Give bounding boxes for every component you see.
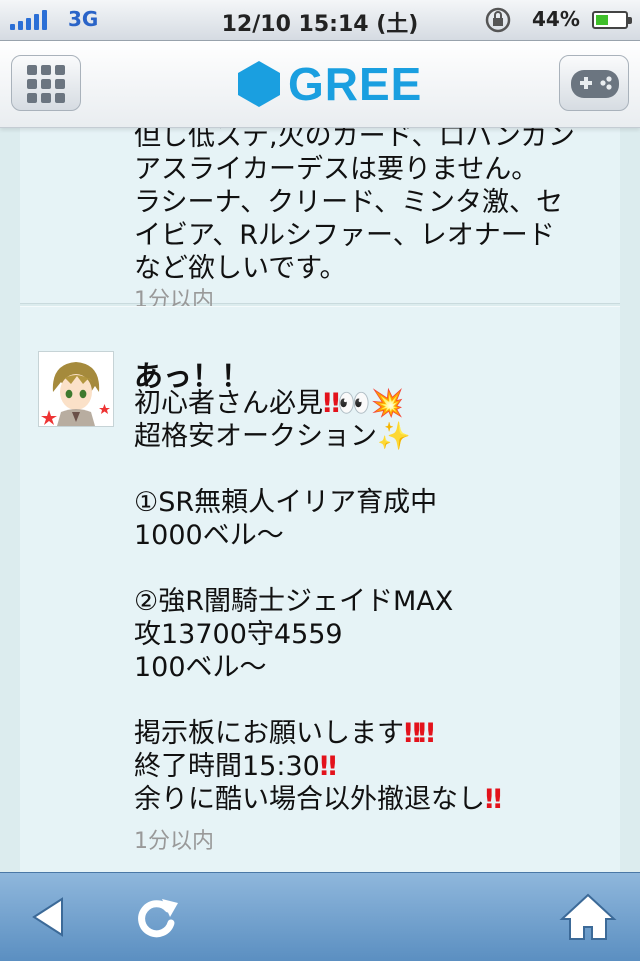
post-line-text: 掲示板にお願いします: [134, 718, 404, 749]
post-line: 初心者さん必見‼👀💥: [134, 387, 404, 420]
post-line: 掲示板にお願いします‼‼: [134, 717, 435, 750]
post-line: アスライカーデスは要りません。: [134, 154, 539, 185]
avatar[interactable]: [38, 351, 114, 427]
eyes-emoji: 👀: [336, 388, 371, 419]
rotation-lock-icon: [485, 7, 511, 33]
gamepad-icon: [571, 70, 619, 98]
battery-fill: [596, 15, 608, 25]
post-line: など欲しいです。: [134, 253, 347, 284]
post-line: 100ベル〜: [134, 652, 267, 683]
post-line: 超格安オークション✨: [134, 420, 411, 453]
post-line: 但し低ステ,火のカード、ロバンガン: [134, 128, 575, 152]
post-line: イビア、Rルシファー、レオナード: [134, 220, 555, 251]
home-icon[interactable]: [558, 889, 618, 945]
post-line: 余りに酷い場合以外撤退なし‼: [134, 783, 502, 816]
double-exclamation-emoji: ‼: [319, 751, 337, 782]
post-line-text: 終了時間15:30: [134, 751, 320, 782]
browser-toolbar: [0, 872, 640, 961]
post-line-text: 余りに酷い場合以外撤退なし: [134, 784, 485, 815]
menu-button[interactable]: [11, 55, 81, 111]
battery-icon: [592, 11, 632, 29]
status-bar: 3G 12/10 15:14 (土) 44%: [0, 0, 640, 41]
logo-text: GREE: [288, 58, 423, 110]
back-arrow-icon[interactable]: [18, 889, 78, 945]
reload-icon[interactable]: [128, 889, 188, 945]
sparkles-emoji: ✨: [377, 421, 411, 452]
post-line: 終了時間15:30‼: [134, 750, 337, 783]
post-line: ラシーナ、クリード、ミンタ激、セ: [134, 187, 564, 218]
grid-icon: [27, 65, 67, 103]
post-line: ①SR無頼人イリア育成中: [134, 487, 438, 518]
battery-percent: 44%: [532, 7, 580, 31]
avatar-character-icon: [39, 352, 113, 426]
post-time: 1分以内: [134, 829, 214, 854]
double-exclamation-emoji: ‼: [485, 784, 502, 815]
hexagon-logo-icon: [238, 61, 280, 107]
feed[interactable]: 但し低ステ,火のカード、ロバンガン アスライカーデスは要りません。 ラシーナ、ク…: [0, 128, 640, 872]
feed-post[interactable]: あっ！！ 初心者さん必見‼👀💥 超格安オークション✨ ①SR無頼人イリア育成中 …: [20, 306, 620, 872]
feed-post[interactable]: 但し低ステ,火のカード、ロバンガン アスライカーデスは要りません。 ラシーナ、ク…: [20, 128, 620, 313]
post-line: ②強R闇騎士ジェイドMAX: [134, 586, 454, 617]
game-button[interactable]: [559, 55, 629, 111]
post-line: 攻13700守4559: [134, 619, 343, 650]
post-line-text: 初心者さん必見: [134, 388, 323, 419]
app-header: GREE: [0, 41, 640, 128]
post-line: 1000ベル〜: [134, 520, 284, 551]
sparkle-burst-emoji: 💥: [370, 388, 405, 419]
double-exclamation-emoji: ‼‼: [404, 718, 435, 749]
post-line-text: 超格安オークション: [134, 421, 377, 452]
double-exclamation-emoji: ‼: [323, 388, 340, 419]
